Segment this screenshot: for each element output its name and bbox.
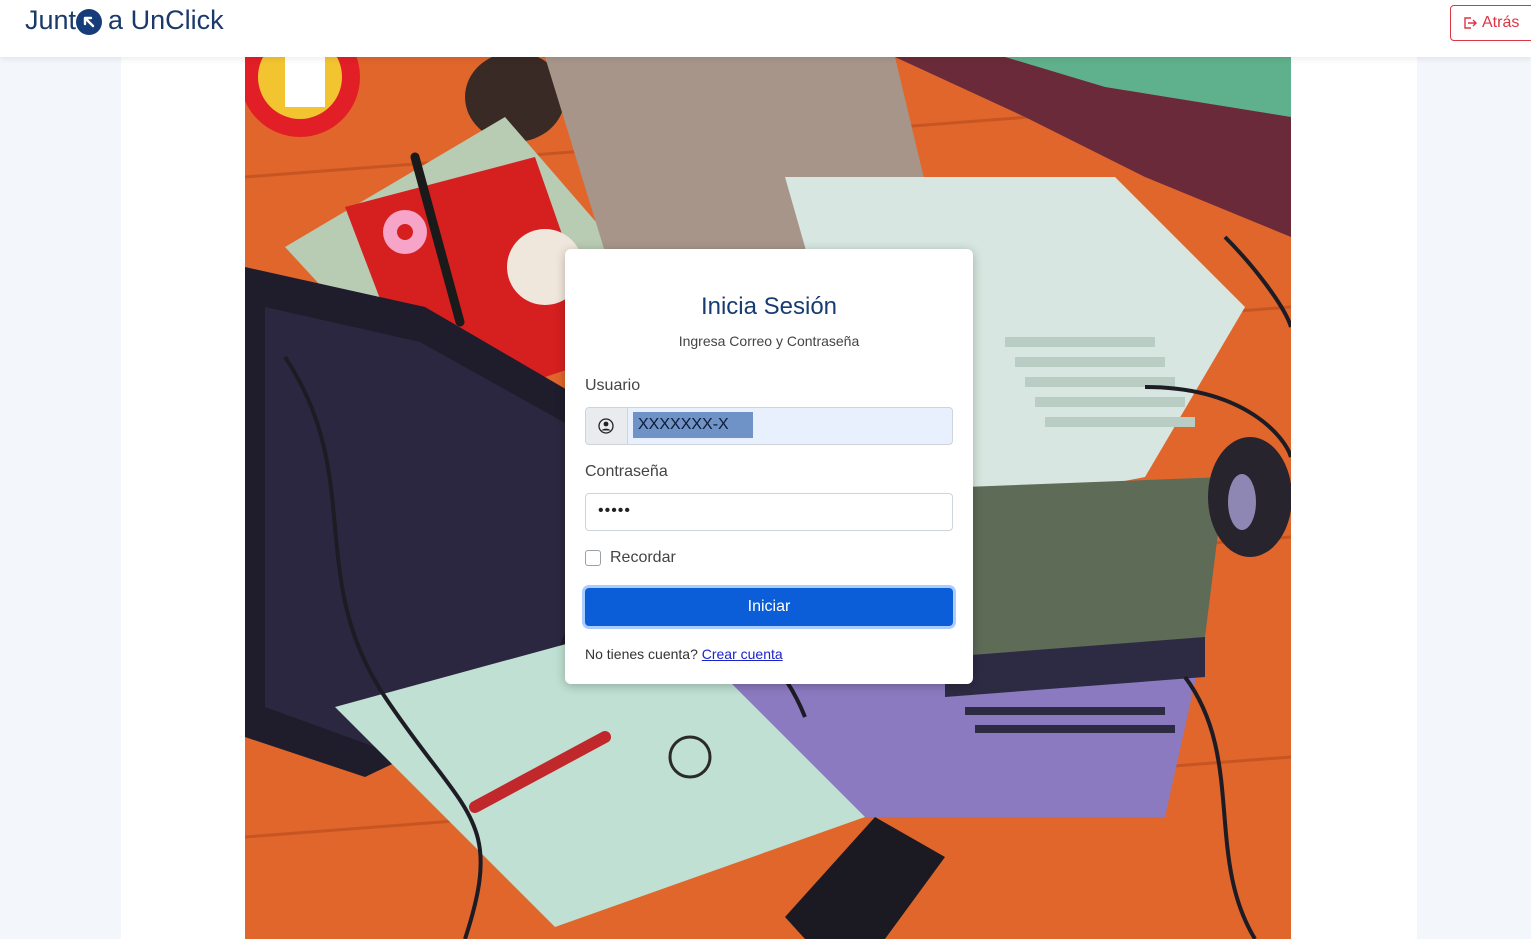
brand-text-end: a UnClick [108, 5, 224, 35]
signup-prompt: No tienes cuenta? Crear cuenta [585, 646, 783, 662]
brand-text-start: Junt [25, 5, 77, 35]
remember-label[interactable]: Recordar [610, 549, 676, 567]
remember-checkbox[interactable] [585, 550, 601, 566]
username-field[interactable]: XXXXXXX-X [585, 407, 953, 445]
login-title: Inicia Sesión [700, 293, 838, 320]
top-navbar: Junt a UnClick Atrás [0, 0, 1531, 57]
back-button[interactable]: Atrás [1450, 5, 1531, 41]
create-account-link[interactable]: Crear cuenta [702, 646, 783, 662]
login-subtitle: Ingresa Correo y Contraseña [678, 333, 860, 349]
login-card: Inicia Sesión Ingresa Correo y Contraseñ… [565, 249, 973, 684]
remember-row[interactable]: Recordar [585, 549, 676, 567]
login-submit-button[interactable]: Iniciar [585, 588, 953, 626]
username-label: Usuario [585, 377, 641, 394]
logout-icon [1464, 17, 1477, 29]
cursor-arrow-icon [76, 8, 103, 35]
user-circle-icon [586, 408, 628, 444]
back-button-label: Atrás [1482, 14, 1520, 31]
password-field[interactable]: ••••• [585, 493, 953, 531]
username-input[interactable]: XXXXXXX-X [633, 412, 753, 438]
password-label: Contraseña [585, 463, 668, 480]
no-account-text: No tienes cuenta? [585, 646, 698, 662]
brand-logo-text[interactable]: Junt a UnClick [25, 5, 224, 36]
